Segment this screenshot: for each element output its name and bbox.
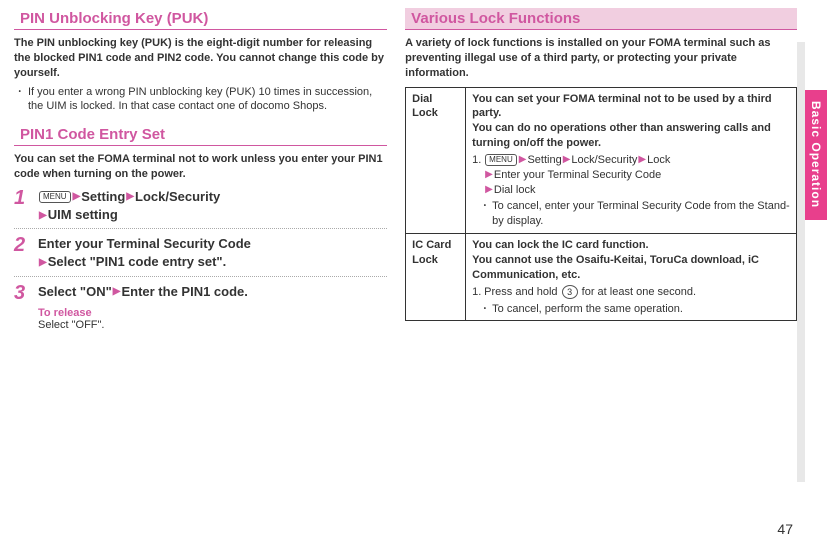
step-1-b: Lock/Security	[135, 189, 220, 204]
ic-p2: You cannot use the Osaifu-Keitai, ToruCa…	[472, 253, 790, 283]
key-3-icon: 3	[562, 285, 578, 299]
arrow-icon: ▶	[39, 210, 47, 221]
table-row: IC Card Lock You can lock the IC card fu…	[406, 234, 797, 321]
dial-a: Setting	[527, 154, 561, 166]
release-label: To release	[38, 307, 387, 319]
dial-d: Enter your Terminal Security Code	[494, 169, 661, 181]
arrow-icon: ▶	[39, 257, 47, 268]
arrow-icon: ▶	[113, 286, 121, 297]
step-1-number: 1	[14, 188, 32, 224]
ic-step-b: for at least one second.	[579, 286, 696, 298]
side-tab: Basic Operation	[805, 90, 827, 220]
pin1-desc: You can set the FOMA terminal not to wor…	[14, 152, 387, 182]
arrow-icon: ▶	[638, 154, 646, 165]
divider	[14, 276, 387, 277]
dial-lock-cell: You can set your FOMA terminal not to be…	[466, 87, 797, 234]
step-3-a: Select "ON"	[38, 284, 112, 299]
page-number: 47	[777, 521, 793, 537]
various-lock-title: Various Lock Functions	[405, 8, 797, 30]
release-text: Select "OFF".	[38, 319, 387, 331]
dial-lock-p2: You can do no operations other than answ…	[472, 121, 790, 151]
step-3-number: 3	[14, 283, 32, 303]
step-2: 2 Enter your Terminal Security Code ▶Sel…	[14, 235, 387, 271]
ic-card-lock-label: IC Card Lock	[406, 234, 466, 321]
menu-key-icon: MENU	[39, 191, 71, 203]
lock-table: Dial Lock You can set your FOMA terminal…	[405, 87, 797, 322]
dial-lock-p1: You can set your FOMA terminal not to be…	[472, 92, 790, 122]
step-3-b: Enter the PIN1 code.	[121, 284, 247, 299]
side-tab-grey	[797, 42, 805, 482]
ic-card-lock-cell: You can lock the IC card function. You c…	[466, 234, 797, 321]
step-2-b: Select "PIN1 code entry set".	[48, 254, 227, 269]
ic-step-a: Press and hold	[484, 286, 560, 298]
divider	[14, 228, 387, 229]
arrow-icon: ▶	[519, 154, 527, 165]
step-1: 1 MENU▶Setting▶Lock/Security ▶UIM settin…	[14, 188, 387, 224]
puk-title: PIN Unblocking Key (PUK)	[14, 8, 387, 30]
arrow-icon: ▶	[126, 191, 134, 202]
arrow-icon: ▶	[73, 191, 81, 202]
menu-key-icon: MENU	[485, 154, 517, 166]
step-2-number: 2	[14, 235, 32, 271]
arrow-icon: ▶	[485, 169, 493, 180]
dial-lock-step: MENU▶Setting▶Lock/Security▶Lock	[472, 153, 790, 168]
step-3: 3 Select "ON"▶Enter the PIN1 code.	[14, 283, 387, 303]
dial-e: Dial lock	[494, 184, 536, 196]
ic-bullet: To cancel, perform the same operation.	[472, 302, 790, 317]
puk-desc: The PIN unblocking key (PUK) is the eigh…	[14, 36, 387, 81]
pin1-title: PIN1 Code Entry Set	[14, 124, 387, 146]
step-1-c: UIM setting	[48, 207, 118, 222]
dial-bullet: To cancel, enter your Terminal Security …	[472, 199, 790, 229]
arrow-icon: ▶	[485, 184, 493, 195]
step-2-a: Enter your Terminal Security Code	[38, 236, 251, 251]
puk-bullet: If you enter a wrong PIN unblocking key …	[14, 85, 387, 115]
various-lock-desc: A variety of lock functions is installed…	[405, 36, 797, 81]
table-row: Dial Lock You can set your FOMA terminal…	[406, 87, 797, 234]
ic-p1: You can lock the IC card function.	[472, 238, 790, 253]
arrow-icon: ▶	[563, 154, 571, 165]
step-1-a: Setting	[81, 189, 125, 204]
dial-c: Lock	[647, 154, 670, 166]
ic-step: Press and hold 3 for at least one second…	[472, 285, 790, 300]
dial-b: Lock/Security	[571, 154, 637, 166]
dial-lock-label: Dial Lock	[406, 87, 466, 234]
